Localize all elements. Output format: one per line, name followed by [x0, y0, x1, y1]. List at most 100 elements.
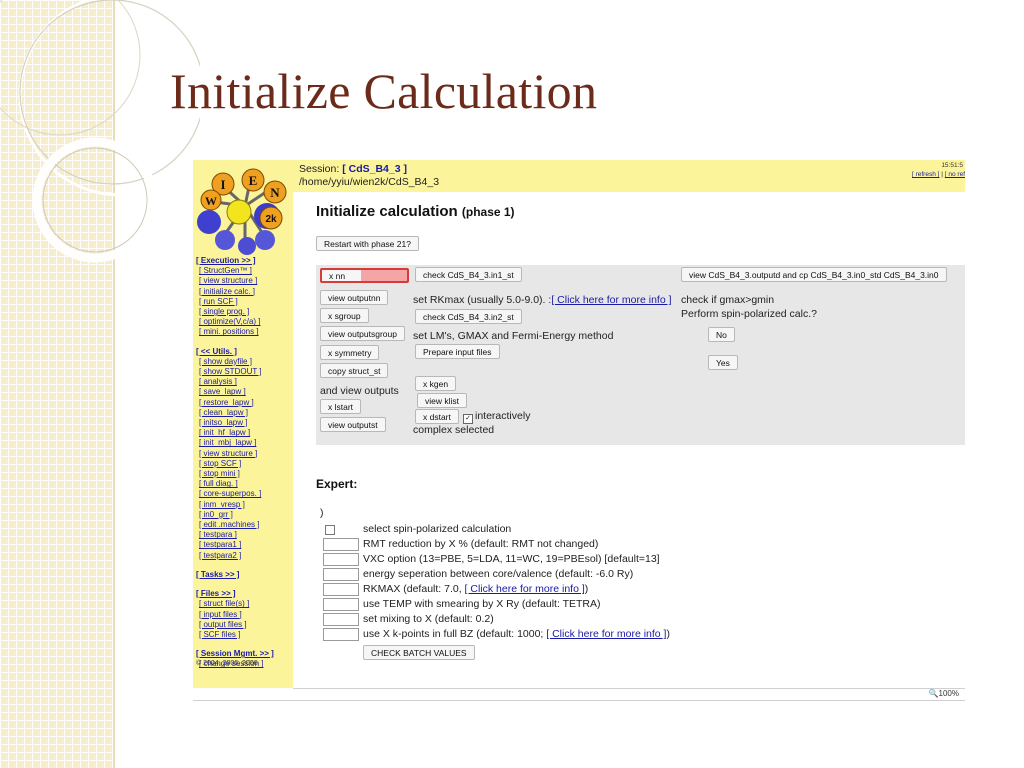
view-klist-button[interactable]: view klist [417, 393, 468, 408]
rkmax-input[interactable] [323, 583, 359, 596]
nav-run-scf[interactable]: [ run SCF ] [199, 297, 238, 306]
view-outputnn-button[interactable]: view outputnn [320, 290, 389, 305]
x-nn-button[interactable]: x nn [320, 268, 409, 283]
nav-show-stdout[interactable]: [ show STDOUT ] [199, 367, 262, 376]
session-line: Session: [ CdS_B4_3 ] [299, 163, 407, 175]
zoom-level[interactable]: 🔍100% [929, 689, 959, 698]
nav-analysis[interactable]: [ analysis ] [199, 377, 237, 386]
no-refresh-link[interactable]: [ no ref [945, 171, 965, 178]
temp-smearing-input[interactable] [323, 598, 359, 611]
sidebar: I E W N 2k [ Execution >> ] [ StructGen™… [193, 160, 293, 688]
nav-files[interactable]: [ Files >> ] [196, 589, 236, 598]
rkmax-expert-info-link[interactable]: [ Click here for more info ] [465, 583, 585, 595]
energy-separation-label: energy seperation between core/valence (… [363, 568, 634, 580]
nav-view-structure-2[interactable]: [ view structure ] [199, 449, 257, 458]
nav-edit-machines[interactable]: [ edit .machines ] [199, 520, 259, 529]
nav-testpara2[interactable]: [ testpara2 ] [199, 551, 241, 560]
session-link[interactable]: [ CdS_B4_3 ] [342, 163, 407, 175]
nav-execution[interactable]: [ Execution >> ] [196, 256, 256, 265]
nav-save-lapw[interactable]: [ save_lapw ] [199, 387, 246, 396]
nav-initso-lapw[interactable]: [ initso_lapw ] [199, 418, 247, 427]
energy-separation-input[interactable] [323, 568, 359, 581]
nav-structgen[interactable]: [ StructGen™ ] [199, 266, 252, 275]
copy-struct-button[interactable]: copy struct_st [320, 363, 389, 378]
interactively-label: interactively [475, 410, 531, 422]
rkmax-more-info-link[interactable]: [ Click here for more info ] [551, 294, 671, 306]
nav-input-files[interactable]: [ input files ] [199, 610, 242, 619]
x-sgroup-button[interactable]: x sgroup [320, 308, 369, 323]
session-path: /home/yyiu/wien2k/CdS_B4_3 [299, 176, 440, 188]
nav-testpara1[interactable]: [ testpara1 ] [199, 540, 241, 549]
nav-stop-mini[interactable]: [ stop mini ] [199, 469, 240, 478]
spin-yes-button[interactable]: Yes [708, 355, 738, 370]
nav-stop-scf[interactable]: [ stop SCF ] [199, 459, 241, 468]
nav-initialize-calc[interactable]: [ initialize calc. ] [199, 287, 255, 296]
wien2k-logo: I E W N 2k [197, 168, 287, 255]
nav-show-dayfile[interactable]: [ show dayfile ] [199, 357, 252, 366]
temp-smearing-label: use TEMP with smearing by X Ry (default:… [363, 598, 601, 610]
interactively-option[interactable]: ✓ interactively [463, 410, 530, 424]
browser-screenshot: I E W N 2k [ Execution >> ] [ StructGen™… [193, 160, 965, 701]
nav-restore-lapw[interactable]: [ restore_lapw ] [199, 398, 254, 407]
zoom-icon: 🔍 [928, 689, 939, 698]
clock: 15:51:5 [941, 162, 963, 169]
x-kgen-button[interactable]: x kgen [415, 376, 457, 391]
nav-mini-positions[interactable]: [ mini. positions ] [199, 327, 259, 336]
main-content: Initialize calculation (phase 1) Restart… [293, 192, 965, 688]
nav-clean-lapw[interactable]: [ clean_lapw ] [199, 408, 248, 417]
copyright-text: © 2004, 2006, 2006 [196, 660, 258, 668]
nav-output-files[interactable]: [ output files ] [199, 620, 247, 629]
kpoints-input[interactable] [323, 628, 359, 641]
kpoints-label-text: use X k-points in full BZ (default: 1000… [363, 628, 547, 640]
x-symmetry-button[interactable]: x symmetry [320, 345, 380, 360]
nav-testpara[interactable]: [ testpara ] [199, 530, 237, 539]
prepare-input-files-button[interactable]: Prepare input files [415, 344, 500, 359]
check-gmax-text: check if gmax>gmin [681, 294, 775, 306]
init-steps-panel: x nn check CdS_B4_3.in1_st view CdS_B4_3… [316, 265, 965, 445]
interactively-checkbox[interactable]: ✓ [463, 414, 473, 424]
logo-letter-w: W [205, 194, 217, 208]
check-in1-button[interactable]: check CdS_B4_3.in1_st [415, 267, 522, 282]
nav-tasks[interactable]: [ Tasks >> ] [196, 570, 239, 579]
mixing-input[interactable] [323, 613, 359, 626]
page-title: Initialize calculation (phase 1) [316, 203, 515, 220]
expert-paren: ) [320, 507, 324, 519]
status-bar: 🔍100% [293, 688, 965, 700]
restart-phase-button[interactable]: Restart with phase 21? [316, 236, 419, 251]
nav-struct-files[interactable]: [ struct file(s) ] [199, 599, 249, 608]
check-in2-button[interactable]: check CdS_B4_3.in2_st [415, 309, 522, 324]
x-dstart-button[interactable]: x dstart [415, 409, 459, 424]
vxc-option-input[interactable] [323, 553, 359, 566]
kpoints-label-tail: ) [666, 628, 670, 640]
set-lm-text: set LM's, GMAX and Fermi-Energy method [413, 330, 614, 342]
view-outputsgroup-button[interactable]: view outputsgroup [320, 326, 405, 341]
refresh-link[interactable]: [ refresh ] [912, 171, 939, 178]
x-lstart-button[interactable]: x lstart [320, 399, 362, 414]
nav-utils[interactable]: [ << Utils. ] [196, 347, 237, 356]
slide-title: Initialize Calculation [170, 63, 598, 119]
nav-scf-files[interactable]: [ SCF files ] [199, 630, 240, 639]
nav-init-mbj-lapw[interactable]: [ init_mbj_lapw ] [199, 438, 256, 447]
logo-letter-e: E [249, 173, 258, 188]
mixing-label: set mixing to X (default: 0.2) [363, 613, 494, 625]
page-phase: (phase 1) [461, 205, 515, 219]
view-outputst-button[interactable]: view outputst [320, 417, 386, 432]
and-view-outputs-text: and view outputs [320, 385, 399, 397]
kpoints-info-link[interactable]: [ Click here for more info ] [546, 628, 666, 640]
logo-letter-i: I [220, 177, 225, 192]
view-outputd-button[interactable]: view CdS_B4_3.outputd and cp CdS_B4_3.in… [681, 267, 947, 282]
nav-inm-vresp[interactable]: [ inm_vresp ] [199, 500, 245, 509]
rmt-reduction-input[interactable] [323, 538, 359, 551]
nav-optimize[interactable]: [ optimize(V,c/a) ] [199, 317, 261, 326]
nav-core-superpos[interactable]: [ core-superpos. ] [199, 489, 261, 498]
nav-view-structure[interactable]: [ view structure ] [199, 276, 257, 285]
spin-polarized-checkbox[interactable] [325, 525, 335, 535]
nav-init-hf-lapw[interactable]: [ init_hf_lapw ] [199, 428, 250, 437]
spin-no-button[interactable]: No [708, 327, 735, 342]
nav-full-diag[interactable]: [ full diag. ] [199, 479, 238, 488]
check-batch-values-button[interactable]: CHECK BATCH VALUES [363, 645, 475, 660]
nav-session-mgmt[interactable]: [ Session Mgmt. >> ] [196, 649, 274, 658]
nav-single-prog[interactable]: [ single prog. ] [199, 307, 249, 316]
logo-badge: 2k [265, 214, 277, 225]
nav-in0-grr[interactable]: [ in0_grr ] [199, 510, 233, 519]
